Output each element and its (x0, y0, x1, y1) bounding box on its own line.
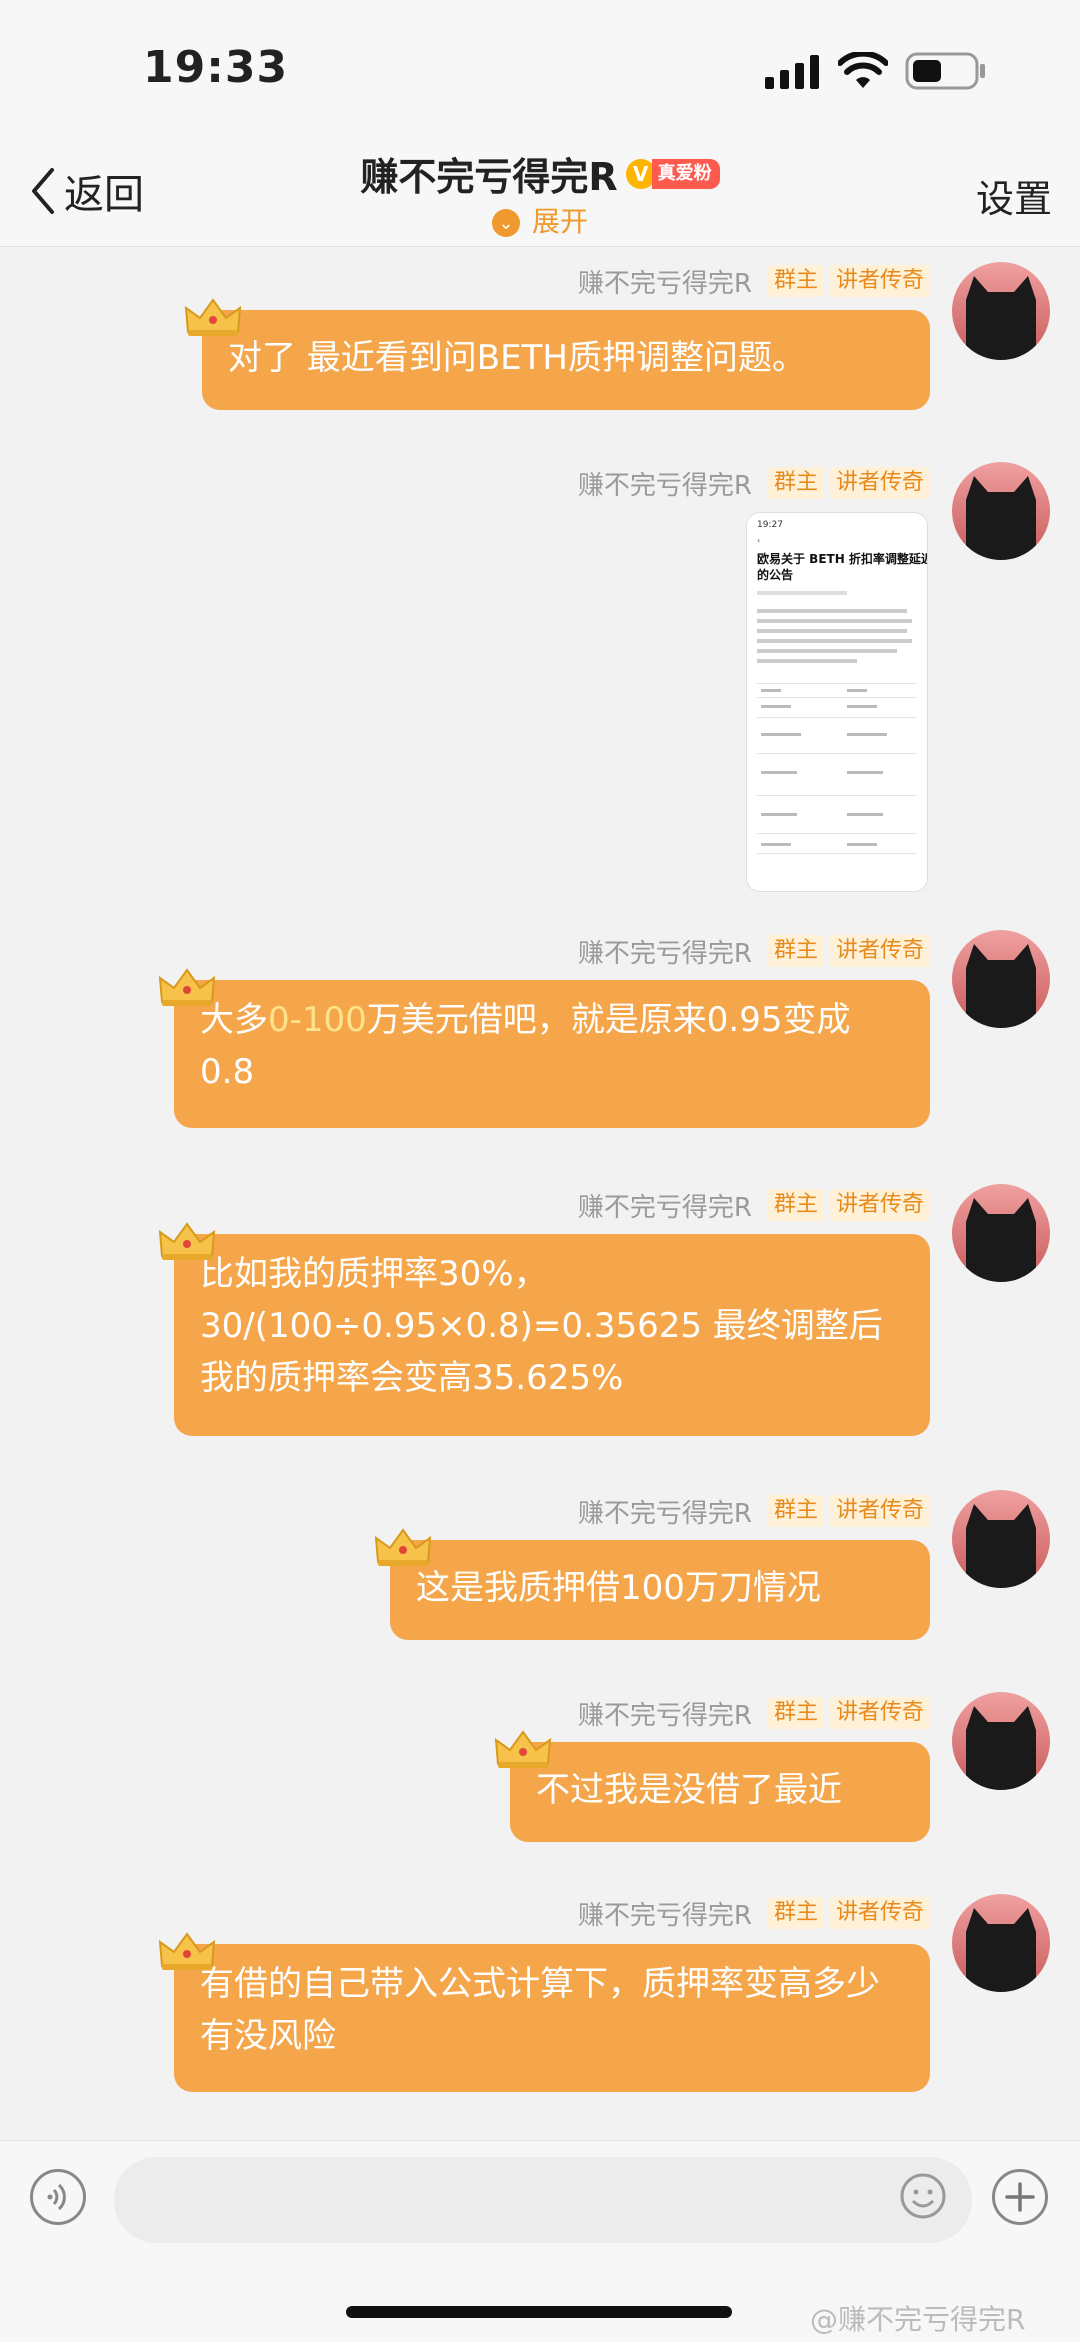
add-button[interactable] (992, 2169, 1048, 2225)
expand-toggle[interactable]: ⌄ 展开 (0, 200, 1080, 240)
legend-tag: 讲者传奇 (829, 1697, 930, 1729)
legend-tag: 讲者传奇 (829, 1495, 930, 1527)
announcement-screenshot: 19:27 ‹ 欧易关于 BETH 折扣率调整延迟 的公告 (747, 513, 927, 891)
sender-name: 赚不完亏得完R (577, 470, 752, 501)
crown-icon (374, 1528, 432, 1568)
group-title[interactable]: 赚不完亏得完R V 真爱粉 (360, 146, 720, 201)
screenshot-time: 19:27 (757, 520, 783, 530)
message-meta: 赚不完亏得完R 群主 讲者传奇 (577, 1696, 930, 1731)
voice-icon (47, 2183, 66, 2211)
owner-tag: 群主 (767, 467, 824, 499)
chat-header: 返回 赚不完亏得完R V 真爱粉 ⌄ 展开 设置 (0, 140, 1080, 247)
smiley-icon (900, 2173, 946, 2219)
title-area: 赚不完亏得完R V 真爱粉 (0, 146, 1080, 201)
legend-tag: 讲者传奇 (829, 1897, 930, 1929)
status-time: 19:33 (143, 42, 289, 93)
sender-avatar[interactable] (952, 1490, 1050, 1588)
crown-icon (158, 1222, 216, 1262)
legend-tag: 讲者传奇 (829, 1189, 930, 1221)
message-highlight: 0-100 (268, 1000, 367, 1040)
voice-button[interactable] (30, 2169, 86, 2225)
svg-text:‹: ‹ (757, 536, 760, 545)
message-bubble[interactable]: 不过我是没借了最近 (510, 1742, 930, 1842)
message-meta: 赚不完亏得完R 群主 讲者传奇 (577, 1896, 930, 1931)
group-title-text: 赚不完亏得完R (360, 155, 618, 199)
owner-tag: 群主 (767, 935, 824, 967)
sender-avatar[interactable] (952, 1692, 1050, 1790)
sender-name: 赚不完亏得完R (577, 1700, 752, 1731)
sender-avatar[interactable] (952, 262, 1050, 360)
settings-button[interactable]: 设置 (976, 168, 1052, 223)
sender-name: 赚不完亏得完R (577, 268, 752, 299)
status-bar: 19:33 (0, 0, 1080, 140)
message-bubble[interactable]: 这是我质押借100万刀情况 (390, 1540, 930, 1640)
message-meta: 赚不完亏得完R 群主 讲者传奇 (577, 1494, 930, 1529)
sender-name: 赚不完亏得完R (577, 1498, 752, 1529)
fan-badge-label: 真爱粉 (651, 158, 720, 189)
cellular-signal-icon (765, 55, 819, 89)
message-meta: 赚不完亏得完R 群主 讲者传奇 (577, 934, 930, 969)
legend-tag: 讲者传奇 (829, 265, 930, 297)
sender-name: 赚不完亏得完R (577, 938, 752, 969)
owner-tag: 群主 (767, 1189, 824, 1221)
message-bubble[interactable]: 对了 最近看到问BETH质押调整问题。 (202, 310, 930, 410)
home-indicator[interactable] (346, 2306, 732, 2318)
message-meta: 赚不完亏得完R 群主 讲者传奇 (577, 1188, 930, 1223)
sender-avatar[interactable] (952, 1184, 1050, 1282)
plus-icon (1005, 2182, 1035, 2212)
sender-avatar[interactable] (952, 1894, 1050, 1992)
chevron-down-icon: ⌄ (491, 209, 520, 237)
watermark: @赚不完亏得完R (810, 2303, 1026, 2336)
message-input[interactable] (114, 2157, 972, 2243)
fan-badge: V 真爱粉 (625, 158, 720, 189)
image-message[interactable]: 19:27 ‹ 欧易关于 BETH 折扣率调整延迟 的公告 (746, 512, 928, 892)
crown-icon (158, 1932, 216, 1972)
message-bubble[interactable]: 有借的自己带入公式计算下，质押率变高多少 有没风险 (174, 1944, 930, 2092)
expand-label: 展开 (531, 205, 588, 238)
message-meta: 赚不完亏得完R 群主 讲者传奇 (577, 466, 930, 501)
sender-avatar[interactable] (952, 462, 1050, 560)
svg-text:的公告: 的公告 (757, 567, 793, 582)
owner-tag: 群主 (767, 1897, 824, 1929)
owner-tag: 群主 (767, 265, 824, 297)
crown-icon (158, 968, 216, 1008)
svg-text:欧易关于 BETH 折扣率调整延迟: 欧易关于 BETH 折扣率调整延迟 (757, 551, 927, 566)
sender-name: 赚不完亏得完R (577, 1900, 752, 1931)
owner-tag: 群主 (767, 1495, 824, 1527)
battery-icon (905, 52, 985, 90)
crown-icon (184, 298, 242, 338)
wifi-icon (838, 52, 888, 88)
emoji-button[interactable] (898, 2171, 948, 2221)
legend-tag: 讲者传奇 (829, 935, 930, 967)
legend-tag: 讲者传奇 (829, 467, 930, 499)
crown-icon (494, 1730, 552, 1770)
sender-name: 赚不完亏得完R (577, 1192, 752, 1223)
owner-tag: 群主 (767, 1697, 824, 1729)
message-bubble[interactable]: 比如我的质押率30%，30/(100÷0.95×0.8)=0.35625 最终调… (174, 1234, 930, 1436)
message-meta: 赚不完亏得完R 群主 讲者传奇 (577, 264, 930, 299)
sender-avatar[interactable] (952, 930, 1050, 1028)
message-bubble[interactable]: 大多0-100万美元借吧，就是原来0.95变成0.8 (174, 980, 930, 1128)
